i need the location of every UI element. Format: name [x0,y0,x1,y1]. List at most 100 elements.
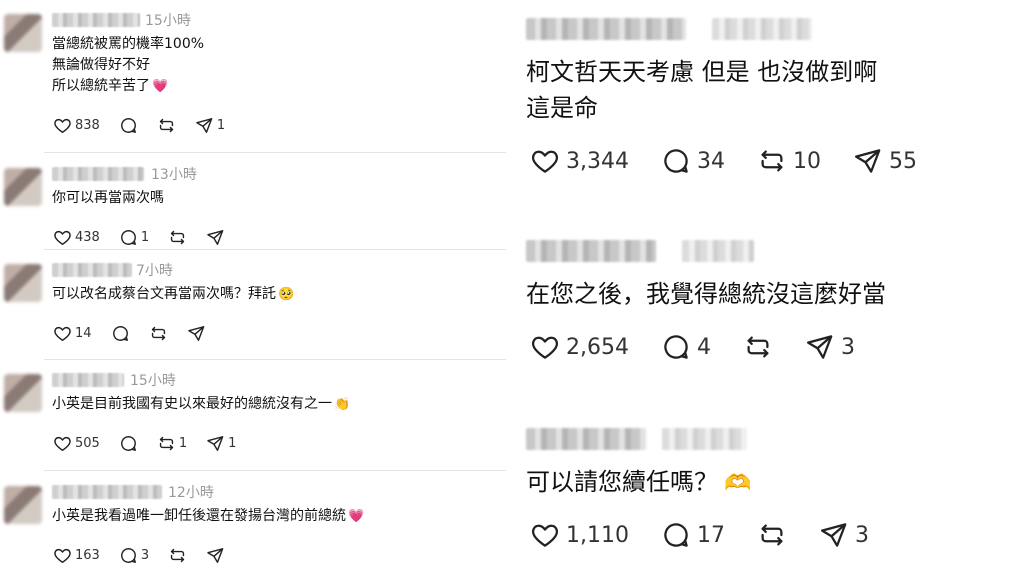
reply-button[interactable] [116,434,138,453]
comment-line: 在您之後，我覺得總統沒這麼好當 [526,276,886,312]
username-blurred[interactable] [526,428,646,450]
like-button[interactable]: 1,110 [524,520,629,550]
action-bar: 838 1 [50,115,241,135]
comment-bubble-icon [661,146,691,176]
like-button[interactable]: 838 [50,116,100,135]
comment-line: 當總統被罵的機率100% [52,34,204,55]
comment-separator [44,470,506,471]
reply-button[interactable]: 17 [655,520,725,550]
comment-text: 小英是目前我國有史以來最好的總統沒有之一 👏 [52,394,350,415]
username-blurred[interactable] [526,18,686,40]
repost-button[interactable] [165,228,187,247]
like-button[interactable]: 3,344 [524,146,629,176]
like-count: 838 [75,117,100,133]
reply-button[interactable] [116,116,138,135]
share-button[interactable]: 1 [192,116,225,135]
comment-bubble-icon [119,434,138,453]
send-paper-plane-icon [206,434,225,453]
timestamp: 12小時 [168,485,214,501]
like-button[interactable]: 2,654 [524,332,629,362]
like-count: 3,344 [566,148,629,174]
like-count: 163 [75,547,100,563]
heart-icon [53,546,72,565]
share-button[interactable] [203,228,225,247]
comment-separator [44,152,506,153]
like-button[interactable]: 163 [50,546,100,565]
like-button[interactable]: 505 [50,434,100,453]
repost-button[interactable] [146,324,168,343]
share-count: 1 [216,117,226,133]
share-button[interactable]: 3 [813,520,869,550]
comment-line: 小英是目前我國有史以來最好的總統沒有之一 👏 [52,394,350,415]
timestamp: 15小時 [145,13,191,29]
send-paper-plane-icon [819,520,849,550]
comment-line: 可以改名成蔡台文再當兩次嗎？拜託 🥺 [52,284,294,305]
reply-button[interactable] [108,324,130,343]
reply-button[interactable]: 4 [655,332,711,362]
comment: 13小時 你可以再當兩次嗎 438 1 [0,166,506,266]
heart-icon [530,520,560,550]
share-button[interactable] [203,546,225,565]
comment: 15小時 當總統被罵的機率100% 無論做得好不好 所以總統辛苦了 💗 838 1 [0,12,506,133]
avatar[interactable] [4,264,42,302]
timestamp: 7小時 [136,263,173,279]
send-paper-plane-icon [206,546,225,565]
timestamp: 15小時 [130,373,176,389]
left-screenshot-panel: 15小時 當總統被罵的機率100% 無論做得好不好 所以總統辛苦了 💗 838 1 13小時你… [0,0,506,576]
username-blurred[interactable] [52,485,162,499]
comment-line-text: 這是命 [526,94,598,122]
repost-button[interactable] [165,546,187,565]
like-count: 2,654 [566,334,629,360]
comment-bubble-icon [111,324,130,343]
repost-count: 10 [792,148,821,174]
timestamp-blurred [662,428,747,450]
comment-text: 小英是我看過唯一卸任後還在發揚台灣的前總統 💗 [52,506,364,527]
repost-button[interactable] [751,520,787,550]
right-screenshot-panel: 柯文哲天天考慮 但是 也沒做到啊 這是命 3,344 34 10 55 在您之後，我覺得總統… [512,0,1024,576]
share-count: 1 [228,435,237,451]
share-button[interactable]: 55 [847,146,917,176]
emoji: 🫶 [724,471,752,496]
heart-icon [530,332,560,362]
avatar[interactable] [4,486,42,524]
username-blurred[interactable] [526,240,656,262]
timestamp-blurred [682,240,754,262]
repost-button[interactable]: 10 [751,146,821,176]
repost-button[interactable] [154,116,176,135]
username-blurred[interactable] [52,373,124,387]
heart-icon [53,116,72,135]
repost-button[interactable] [737,332,773,362]
avatar[interactable] [4,168,42,206]
heart-icon [53,228,72,247]
comment: 7小時可以改名成蔡台文再當兩次嗎？拜託 🥺 14 [0,262,506,362]
avatar[interactable] [4,374,42,412]
comment-line-text: 柯文哲天天考慮 但是 也沒做到啊 [526,58,878,86]
replie-count: 34 [696,148,725,174]
share-button[interactable]: 3 [799,332,855,362]
send-paper-plane-icon [195,116,214,135]
replie-count: 1 [140,229,150,245]
comment-bubble-icon [661,520,691,550]
comment: 可以請您續任嗎？ 🫶 1,110 17 3 [512,424,1024,576]
repost-button[interactable]: 1 [154,434,187,453]
reply-button[interactable]: 3 [116,546,149,565]
like-button[interactable]: 438 [50,228,100,247]
username-blurred[interactable] [52,13,140,27]
avatar[interactable] [4,14,42,52]
comment: 在您之後，我覺得總統沒這麼好當 2,654 4 3 [512,236,1024,416]
share-button[interactable]: 1 [203,434,236,453]
reply-button[interactable]: 1 [116,228,149,247]
heart-icon [53,324,72,343]
comment-line: 你可以再當兩次嗎 [52,188,164,209]
like-button[interactable]: 14 [50,324,92,343]
username-blurred[interactable] [52,263,132,277]
reply-button[interactable]: 34 [655,146,725,176]
repost-count: 1 [178,435,188,451]
comment: 15小時小英是目前我國有史以來最好的總統沒有之一 👏 505 1 1 [0,372,506,472]
comment-bubble-icon [119,228,138,247]
share-button[interactable] [184,324,206,343]
action-bar: 14 [50,323,222,343]
comment-text: 你可以再當兩次嗎 [52,188,164,209]
username-blurred[interactable] [52,167,144,181]
comment-line-text: 你可以再當兩次嗎 [52,190,164,206]
